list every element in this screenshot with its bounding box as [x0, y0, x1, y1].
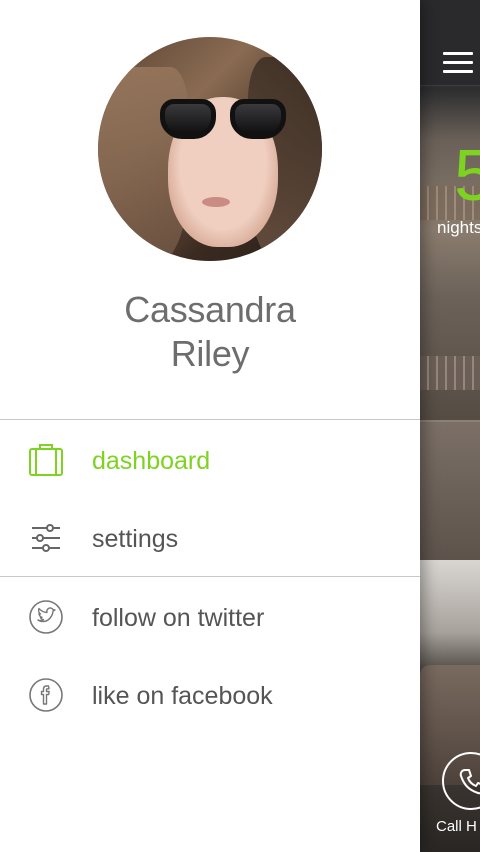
background-photo-bed: [420, 560, 480, 680]
avatar-photo-lips: [202, 197, 230, 207]
main-content-panel: 5 nights Call H: [420, 0, 480, 852]
twitter-icon: [29, 600, 63, 634]
user-last-name: Riley: [170, 333, 250, 374]
hamburger-menu-icon[interactable]: [443, 52, 473, 76]
phone-icon: [459, 769, 480, 795]
menu-item-label: follow on twitter: [92, 604, 265, 632]
menu-item-facebook[interactable]: like on facebook: [0, 656, 420, 734]
facebook-icon: [29, 678, 63, 712]
divider: [0, 576, 420, 577]
nights-label: nights: [437, 218, 480, 237]
user-first-name: Cassandra: [124, 289, 296, 330]
avatar-photo-sunglasses: [160, 95, 288, 143]
background-photo-headboard: [420, 420, 480, 570]
background-photo-tiles: [420, 356, 480, 390]
call-hotel-label: Call H: [436, 818, 477, 835]
menu-item-label: dashboard: [92, 447, 211, 475]
avatar[interactable]: [98, 37, 322, 261]
sliders-icon: [32, 524, 60, 552]
navigation-drawer: Cassandra Riley dashboard settings follo…: [0, 0, 420, 852]
menu-item-label: like on facebook: [92, 682, 273, 710]
menu-item-twitter[interactable]: follow on twitter: [0, 578, 420, 656]
luggage-icon: [29, 444, 63, 476]
divider: [0, 419, 420, 420]
user-name: Cassandra Riley: [0, 288, 420, 376]
menu-item-settings[interactable]: settings: [0, 499, 420, 577]
main-top-bar: [420, 0, 480, 86]
menu-item-label: settings: [92, 525, 179, 553]
menu-item-dashboard[interactable]: dashboard: [0, 421, 420, 499]
nights-count: 5: [454, 136, 480, 216]
